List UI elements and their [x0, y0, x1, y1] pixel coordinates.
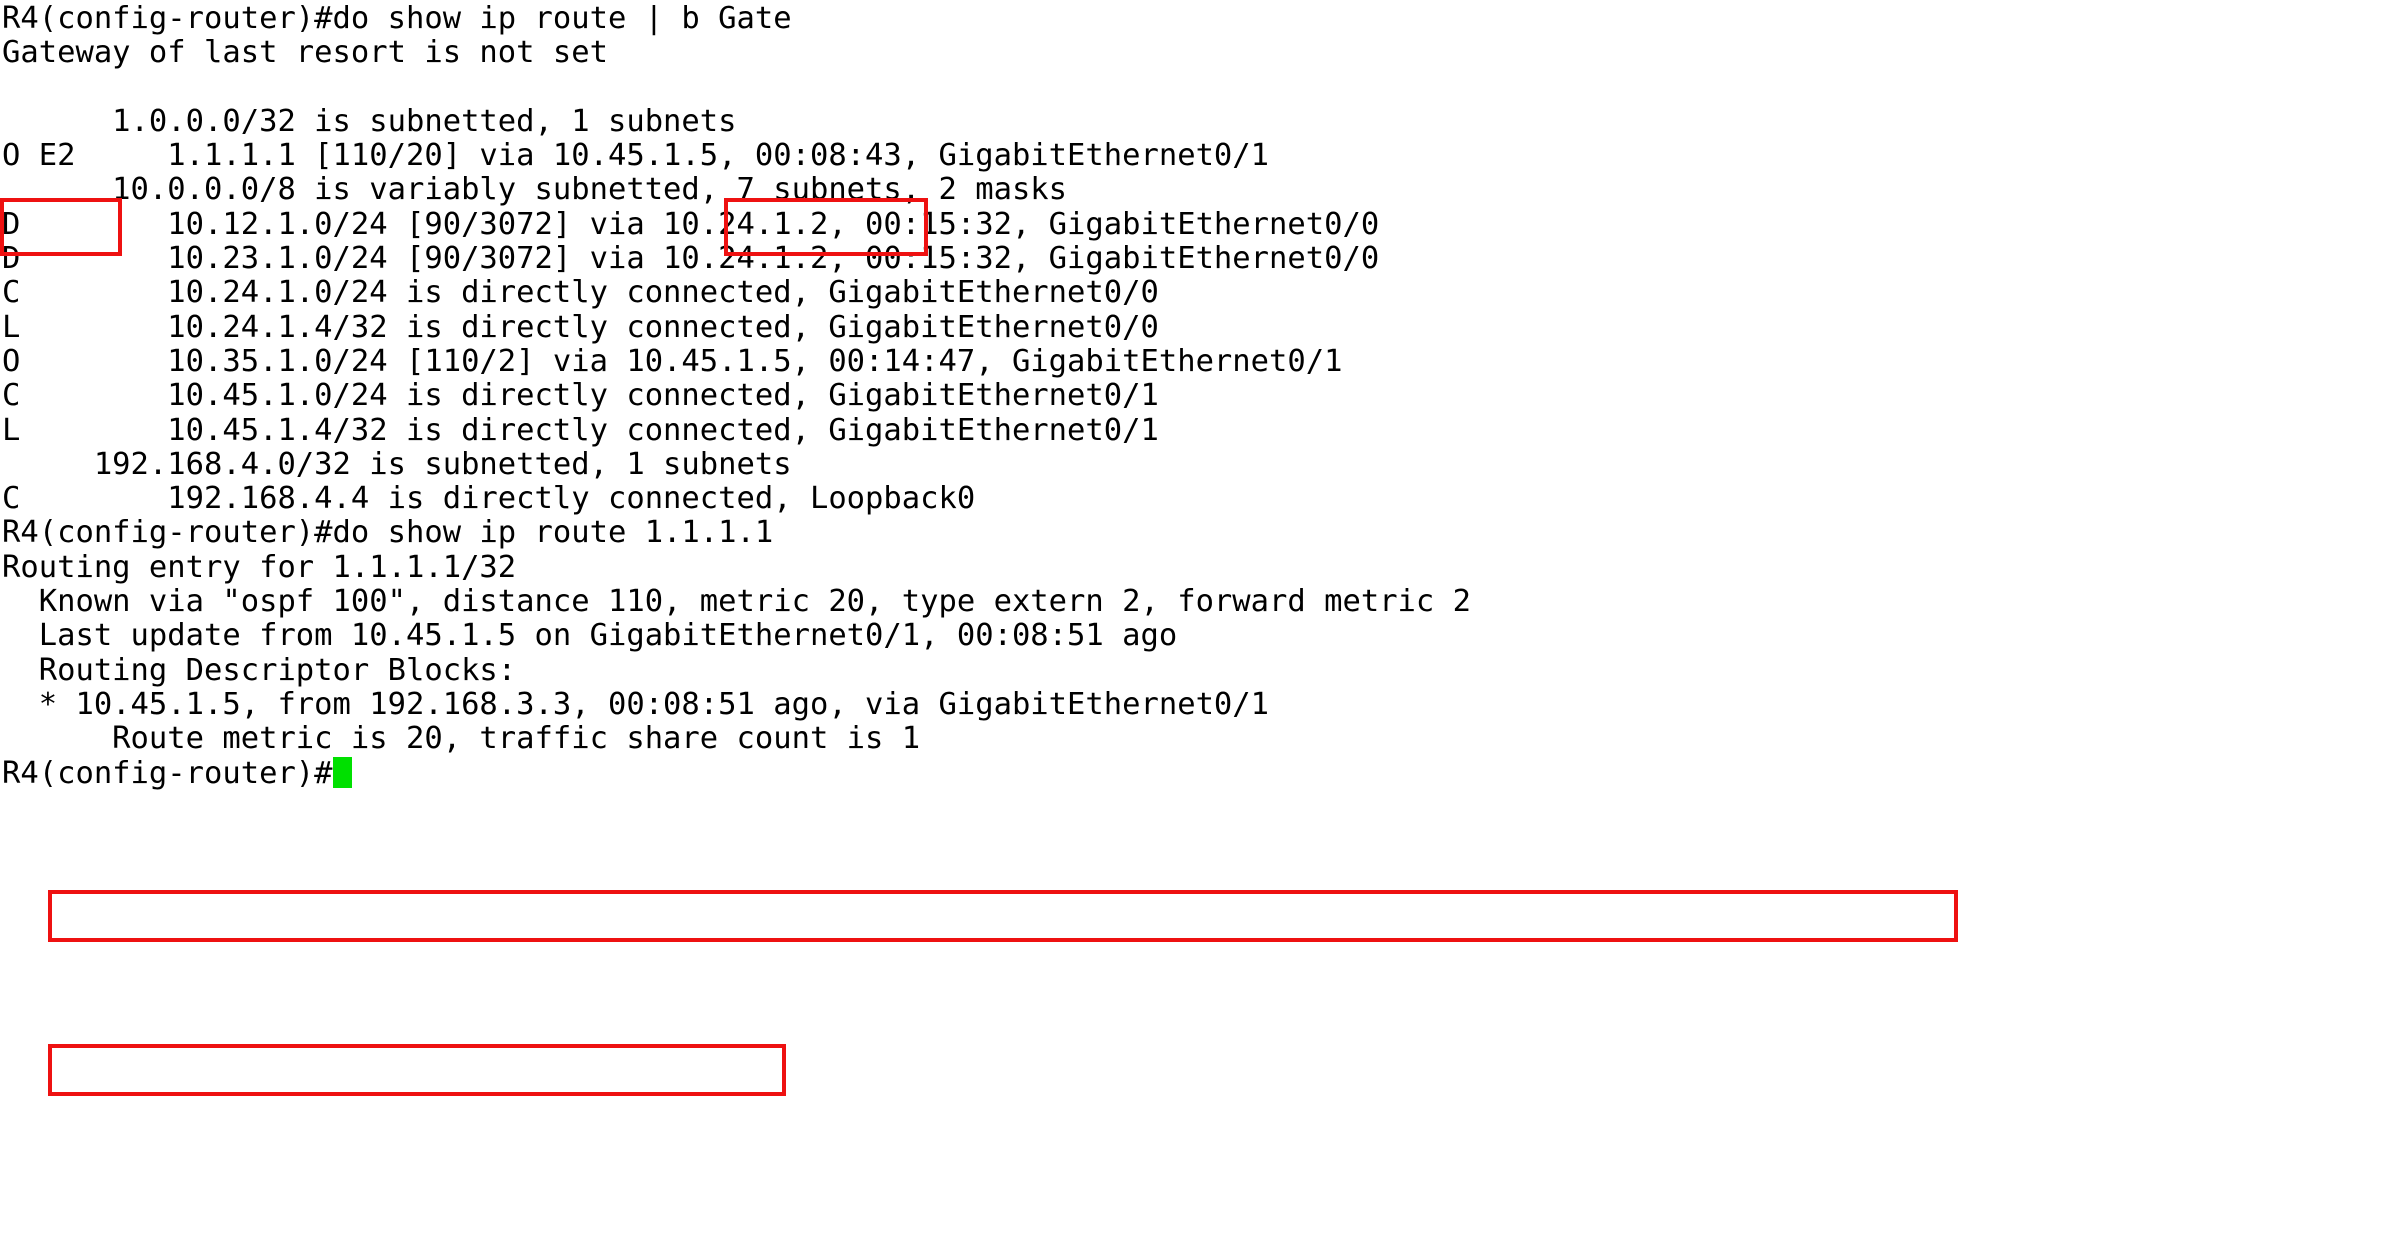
terminal-line: L 10.45.1.4/32 is directly connected, Gi… — [2, 412, 1159, 448]
terminal-line: O E2 1.1.1.1 [110/20] via 10.45.1.5, 00:… — [2, 138, 1270, 174]
terminal-screen[interactable]: R4(config-router)#do show ip route | b G… — [0, 0, 2390, 1248]
terminal-line: R4(config-router)#do show ip route | b G… — [2, 1, 792, 36]
terminal-line: 192.168.4.0/32 is subnetted, 1 subnets — [2, 446, 792, 482]
terminal-line: R4(config-router)#do show ip route 1.1.1… — [2, 515, 774, 551]
terminal-line: O 10.35.1.0/24 [110/2] via 10.45.1.5, 00… — [2, 343, 1343, 379]
terminal-prompt-line[interactable]: R4(config-router)# — [0, 755, 2390, 791]
terminal-line: C 10.24.1.0/24 is directly connected, Gi… — [2, 275, 1159, 311]
terminal-line: Gateway of last resort is not set — [2, 35, 608, 71]
terminal-line: D 10.12.1.0/24 [90/3072] via 10.24.1.2, … — [2, 206, 1380, 242]
terminal-line: D 10.23.1.0/24 [90/3072] via 10.24.1.2, … — [2, 241, 1380, 277]
terminal-line: C 10.45.1.0/24 is directly connected, Gi… — [2, 378, 1159, 414]
terminal-line: Route metric is 20, traffic share count … — [2, 721, 921, 757]
terminal-line: Last update from 10.45.1.5 on GigabitEth… — [2, 618, 1178, 654]
terminal-line: L 10.24.1.4/32 is directly connected, Gi… — [2, 309, 1159, 345]
terminal-line: Routing Descriptor Blocks: — [2, 652, 517, 688]
highlight-box-known-via-line — [48, 890, 1958, 942]
text-cursor — [332, 756, 352, 788]
terminal-line: C 192.168.4.4 is directly connected, Loo… — [2, 481, 976, 517]
prompt-text: R4(config-router)# — [2, 755, 333, 791]
terminal-line: 1.0.0.0/32 is subnetted, 1 subnets — [2, 103, 737, 139]
terminal-line: 10.0.0.0/8 is variably subnetted, 7 subn… — [2, 172, 1068, 208]
terminal-line: Routing entry for 1.1.1.1/32 — [2, 549, 517, 585]
terminal-line: Known via "ospf 100", distance 110, metr… — [2, 584, 1472, 620]
highlight-box-descriptor-source — [48, 1044, 786, 1096]
terminal-line: * 10.45.1.5, from 192.168.3.3, 00:08:51 … — [2, 686, 1270, 722]
